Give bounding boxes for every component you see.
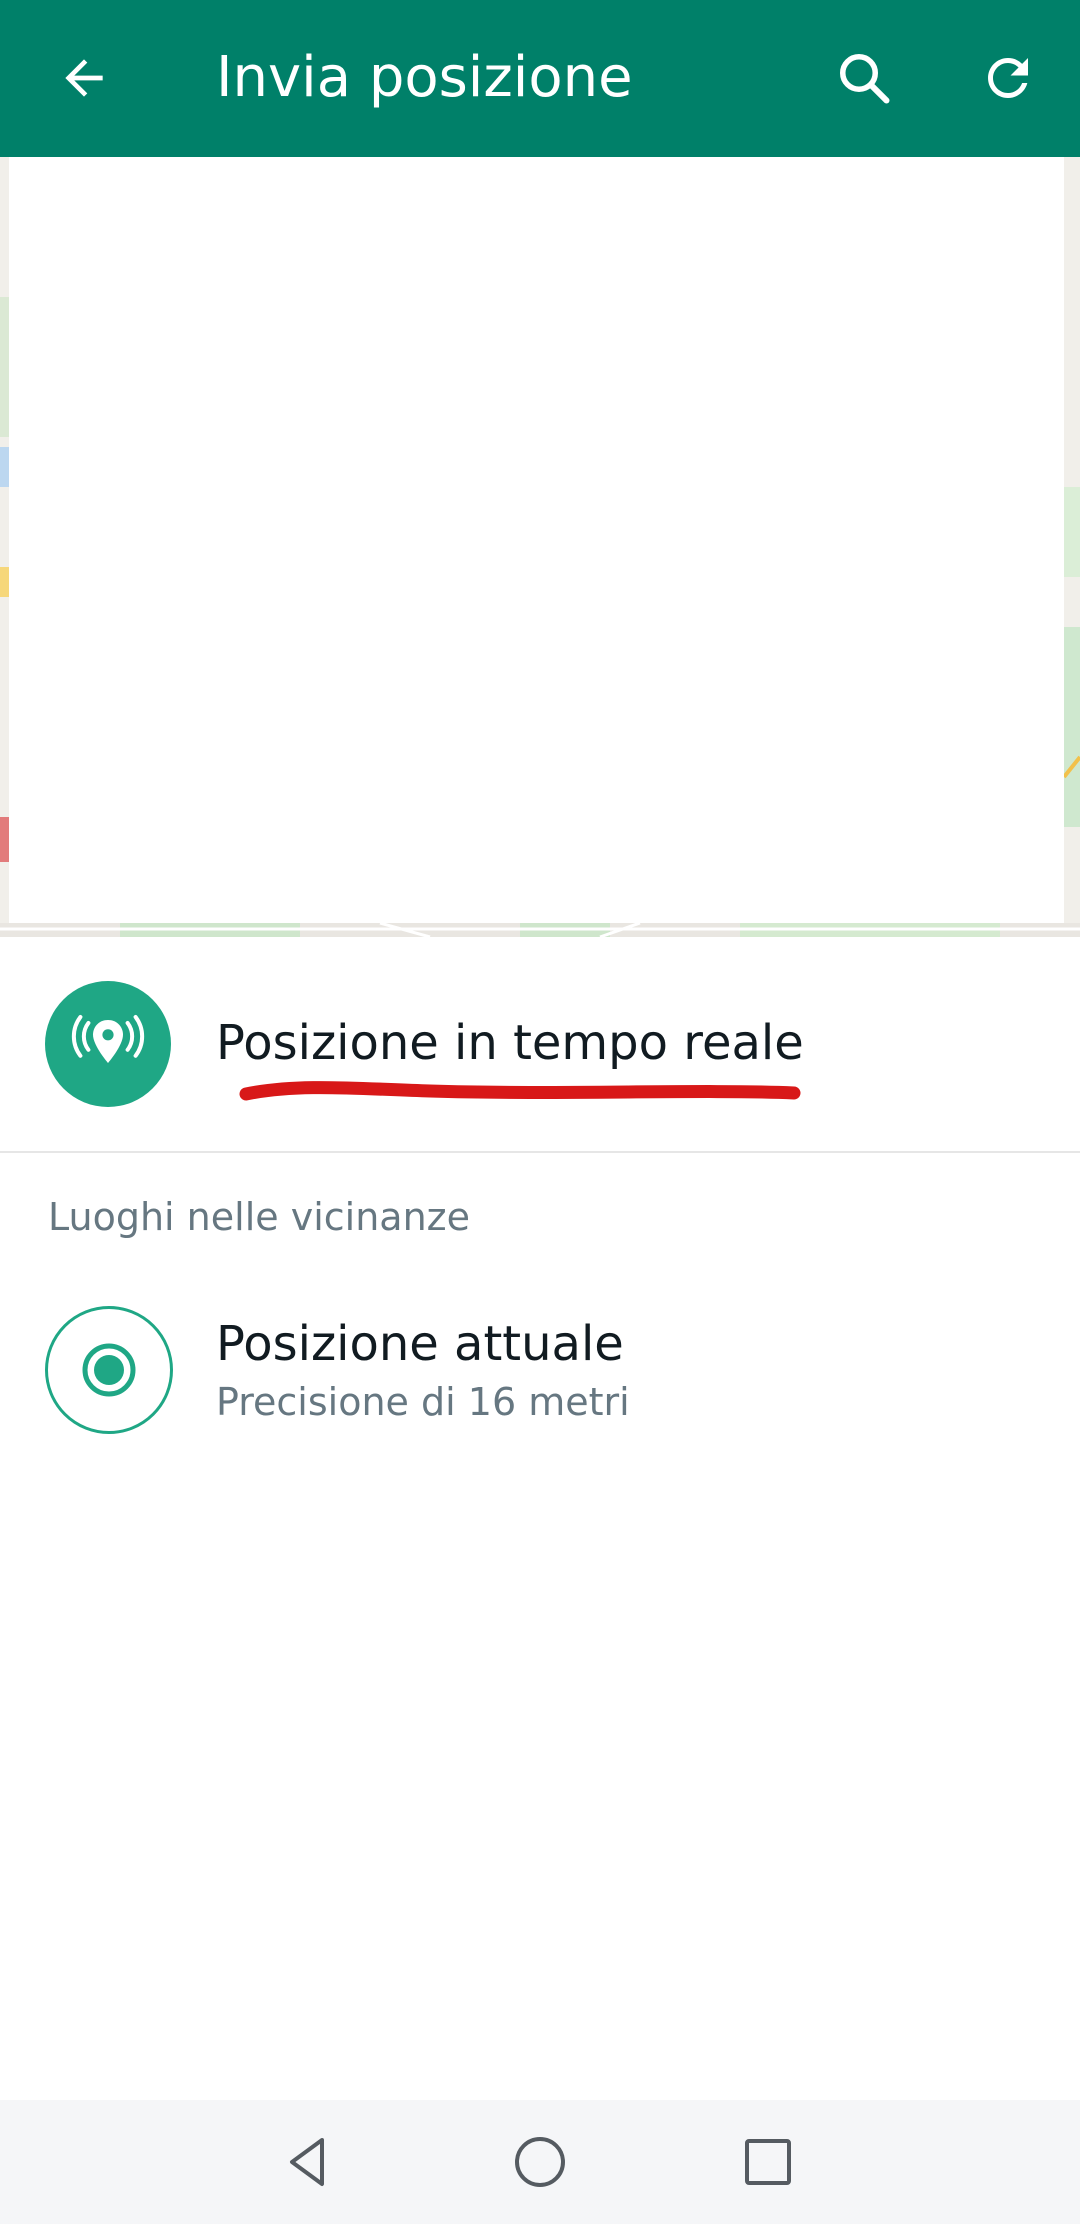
recents-square-icon (745, 2139, 791, 2185)
place-name: Posizione attuale (216, 1316, 624, 1372)
system-navigation-bar (0, 2100, 1080, 2224)
back-button[interactable] (34, 28, 134, 128)
nav-recents-button[interactable] (718, 2112, 818, 2212)
page-title: Invia posizione (216, 45, 633, 110)
refresh-button[interactable] (958, 28, 1058, 128)
search-icon (840, 54, 890, 104)
section-divider (0, 1151, 1080, 1153)
map-loading-placeholder (9, 157, 1064, 923)
app-bar: Invia posizione (0, 0, 1080, 157)
back-triangle-icon (290, 2138, 324, 2186)
nav-home-button[interactable] (490, 2112, 590, 2212)
nav-back-button[interactable] (258, 2112, 358, 2212)
live-location-row[interactable]: Posizione in tempo reale (0, 937, 1080, 1151)
search-button[interactable] (814, 28, 914, 128)
place-accuracy: Precisione di 16 metri (216, 1380, 630, 1424)
refresh-icon (988, 58, 1028, 98)
arrow-back-icon (65, 59, 103, 97)
nearby-section-title: Luoghi nelle vicinanze (48, 1195, 470, 1239)
current-location-icon (82, 1343, 136, 1397)
home-circle-icon (515, 2137, 565, 2187)
current-location-icon-wrap (45, 1306, 173, 1434)
list-item-current-location[interactable]: Posizione attuale Precisione di 16 metri (0, 1290, 1080, 1450)
map-view[interactable] (0, 157, 1080, 937)
red-underline-annotation (239, 1081, 801, 1101)
